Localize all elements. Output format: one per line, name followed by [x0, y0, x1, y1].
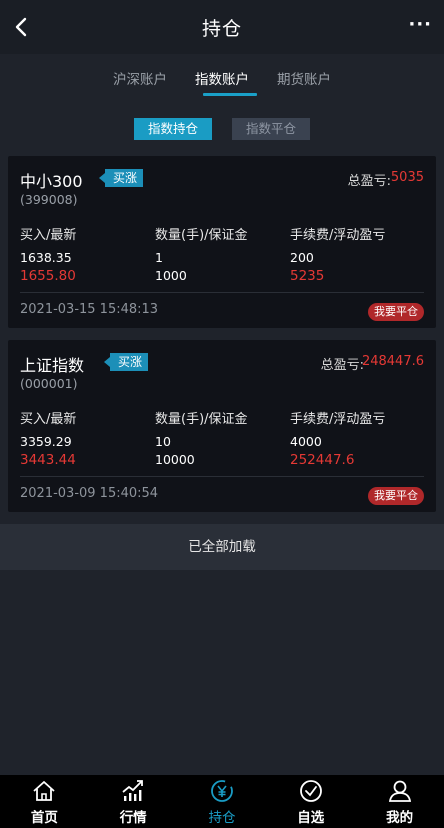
nav-market[interactable]: 行情: [89, 778, 177, 826]
latest-price: 1655.80: [20, 268, 76, 284]
column-header-fee-float: 手续费/浮动盈亏: [290, 228, 386, 243]
column-header-fee-float: 手续费/浮动盈亏: [290, 412, 386, 427]
total-pl-value: 5035: [390, 170, 424, 185]
buy-price: 3359.29: [20, 434, 72, 449]
nav-mine-label: 我的: [386, 809, 414, 826]
open-time: 2021-03-09 15:40:54: [20, 486, 159, 501]
tab-index-account[interactable]: 指数账户: [195, 68, 257, 96]
nav-positions-label: 持仓: [208, 809, 236, 826]
nav-home[interactable]: 首页: [0, 778, 88, 826]
position-sub-tabs: 指数持仓 指数平仓: [0, 118, 444, 142]
column-header-buy-latest: 买入/最新: [20, 228, 77, 243]
total-pl-label: 总盈亏:: [347, 174, 391, 189]
check-circle-icon: [299, 779, 322, 802]
user-icon: [388, 780, 411, 802]
all-loaded-indicator: 已全部加载: [0, 524, 444, 570]
index-name: 上证指数: [20, 356, 85, 375]
floating-pl: 5235: [290, 268, 325, 284]
total-pl-value: 248447.6: [361, 354, 424, 369]
nav-watchlist[interactable]: 自选: [267, 778, 355, 826]
position-card: 中小300 买涨 (399008) 总盈亏: 5035 买入/最新 数量(手)/…: [8, 156, 436, 328]
close-position-button[interactable]: 我要平仓: [368, 303, 424, 321]
fee: 4000: [290, 434, 322, 449]
bottom-nav: 首页 行情 持仓 自选 我的: [0, 775, 444, 828]
back-arrow-icon[interactable]: [10, 15, 34, 39]
open-time: 2021-03-15 15:48:13: [20, 302, 159, 317]
home-icon: [33, 780, 55, 801]
total-pl-label: 总盈亏:: [320, 358, 364, 373]
margin: 1000: [155, 268, 187, 283]
index-code: (399008): [20, 192, 78, 207]
direction-badge: 买涨: [103, 353, 149, 371]
tab-shenzhen-shanghai-account[interactable]: 沪深账户: [113, 68, 167, 96]
margin: 10000: [155, 452, 195, 467]
nav-mine[interactable]: 我的: [356, 778, 444, 826]
divider: [20, 292, 424, 293]
tab-index-closed[interactable]: 指数平仓: [232, 118, 310, 140]
tab-index-holdings[interactable]: 指数持仓: [134, 118, 212, 140]
close-position-button[interactable]: 我要平仓: [368, 487, 424, 505]
position-card: 上证指数 买涨 (000001) 总盈亏: 248447.6 买入/最新 数量(…: [8, 340, 436, 512]
tab-futures-account[interactable]: 期货账户: [277, 68, 331, 96]
chart-trend-icon: [122, 779, 144, 801]
nav-watchlist-label: 自选: [297, 809, 325, 826]
fee: 200: [290, 250, 314, 265]
index-code: (000001): [20, 376, 78, 391]
top-bar: 持仓 ···: [0, 0, 444, 54]
page-title: 持仓: [201, 17, 242, 40]
column-header-qty-margin: 数量(手)/保证金: [155, 412, 248, 427]
nav-market-label: 行情: [119, 809, 147, 826]
nav-positions[interactable]: 持仓: [178, 778, 266, 826]
floating-pl: 252447.6: [290, 452, 355, 468]
account-tabs: 沪深账户 指数账户 期货账户: [0, 54, 444, 102]
buy-price: 1638.35: [20, 250, 72, 265]
column-header-qty-margin: 数量(手)/保证金: [155, 228, 248, 243]
more-menu-icon[interactable]: ···: [408, 14, 432, 35]
index-name: 中小300: [20, 172, 83, 191]
quantity: 10: [155, 434, 171, 449]
latest-price: 3443.44: [20, 452, 76, 468]
direction-badge: 买涨: [98, 169, 144, 187]
yen-coin-icon: [211, 779, 233, 802]
divider: [20, 476, 424, 477]
quantity: 1: [155, 250, 163, 265]
nav-home-label: 首页: [30, 809, 58, 826]
column-header-buy-latest: 买入/最新: [20, 412, 77, 427]
